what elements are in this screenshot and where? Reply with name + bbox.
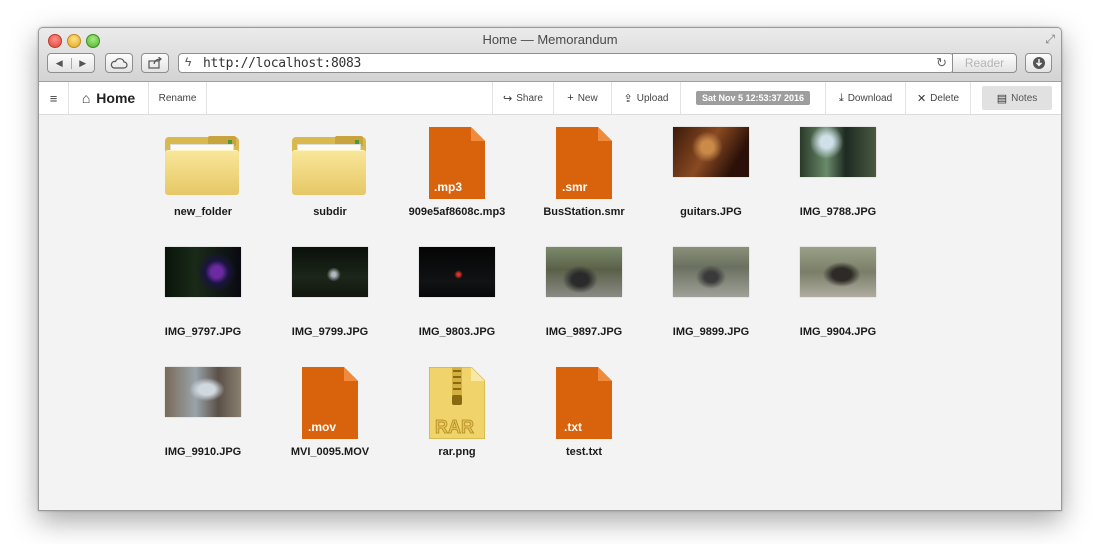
icloud-tabs-button[interactable] xyxy=(105,53,133,73)
home-link[interactable]: ⌂ Home xyxy=(69,82,149,114)
browser-window: Home — Memorandum ⤢ ◀ ▶ ϟ http://localho… xyxy=(38,27,1062,511)
file-name: IMG_9899.JPG xyxy=(672,326,750,338)
fullscreen-icon[interactable]: ⤢ xyxy=(1045,32,1055,47)
file-name: 909e5af8608c.mp3 xyxy=(408,206,506,218)
reader-button[interactable]: Reader xyxy=(952,53,1017,73)
file-name: BusStation.smr xyxy=(543,206,625,218)
file-name: guitars.JPG xyxy=(680,206,742,218)
audio-file-icon: .mp3 xyxy=(429,127,485,199)
new-label: New xyxy=(577,92,598,104)
file-name: IMG_9799.JPG xyxy=(291,326,369,338)
title-bar: Home — Memorandum ⤢ ◀ ▶ ϟ http://localho… xyxy=(39,28,1061,82)
file-name: IMG_9897.JPG xyxy=(545,326,623,338)
reload-icon[interactable]: ↻ xyxy=(936,55,947,71)
app-toolbar: ≡ ⌂ Home Rename ↪ Share + New ⇪ Upload S… xyxy=(39,82,1061,115)
file-name: test.txt xyxy=(565,446,603,458)
file-name: subdir xyxy=(313,206,347,218)
file-ext: .smr xyxy=(562,180,588,194)
rename-label: Rename xyxy=(158,92,197,104)
upload-button[interactable]: ⇪ Upload xyxy=(612,82,681,114)
folder-icon xyxy=(143,127,263,203)
plus-icon: + xyxy=(567,92,574,104)
home-label: Home xyxy=(96,90,136,106)
file-name: rar.png xyxy=(438,446,476,458)
photo-thumbnail xyxy=(673,127,749,177)
window-title: Home — Memorandum xyxy=(482,32,618,47)
file-name: IMG_9910.JPG xyxy=(164,446,242,458)
back-icon[interactable]: ◀ xyxy=(48,58,71,69)
document-icon: ▤ xyxy=(996,92,1008,105)
share-page-button[interactable] xyxy=(141,53,169,73)
photo-thumbnail xyxy=(292,247,368,297)
file-name: IMG_9788.JPG xyxy=(799,206,877,218)
photo-thumbnail xyxy=(419,247,495,297)
new-button[interactable]: + New xyxy=(554,82,612,114)
share-arrow-icon: ↪ xyxy=(503,92,513,105)
photo-thumbnail xyxy=(546,247,622,297)
date-item: Sat Nov 5 12:53:37 2016 xyxy=(681,82,826,114)
rar-label: RAR xyxy=(435,417,474,437)
file-ext: .mov xyxy=(308,420,336,434)
delete-button[interactable]: ✕ Delete xyxy=(906,82,971,114)
photo-thumbnail xyxy=(673,247,749,297)
download-label: Download xyxy=(847,92,893,104)
photo-thumbnail xyxy=(165,247,241,297)
date-badge: Sat Nov 5 12:53:37 2016 xyxy=(695,91,811,105)
download-icon: ⤓ xyxy=(838,91,844,104)
forward-icon[interactable]: ▶ xyxy=(70,57,95,69)
close-x-icon: ✕ xyxy=(916,92,927,105)
hamburger-icon[interactable]: ≡ xyxy=(39,82,69,114)
file-name: IMG_9904.JPG xyxy=(799,326,877,338)
downloads-button[interactable] xyxy=(1025,53,1052,73)
delete-label: Delete xyxy=(930,92,960,104)
file-name: new_folder xyxy=(173,206,233,218)
generic-file-icon: .smr xyxy=(556,127,612,199)
notes-label: Notes xyxy=(1011,92,1038,104)
home-icon: ⌂ xyxy=(81,90,91,106)
photo-thumbnail xyxy=(800,127,876,177)
file-ext: .mp3 xyxy=(434,180,462,194)
url-text[interactable]: http://localhost:8083 xyxy=(203,56,361,71)
file-ext: .txt xyxy=(564,420,582,434)
upload-icon: ⇪ xyxy=(623,92,633,105)
photo-thumbnail xyxy=(165,367,241,417)
bolt-icon: ϟ xyxy=(185,55,192,69)
file-name: MVI_0095.MOV xyxy=(290,446,370,458)
file-name: IMG_9797.JPG xyxy=(164,326,242,338)
file-name: IMG_9803.JPG xyxy=(418,326,496,338)
photo-thumbnail xyxy=(800,247,876,297)
folder-icon xyxy=(270,127,390,203)
video-file-icon: .mov xyxy=(302,367,358,439)
cloud-icon xyxy=(110,57,128,69)
notes-button[interactable]: ▤ Notes xyxy=(982,86,1052,110)
text-file-icon: .txt xyxy=(556,367,612,439)
share-icon xyxy=(147,57,162,69)
address-bar[interactable]: ϟ http://localhost:8083 ↻ xyxy=(178,53,954,73)
share-button[interactable]: ↪ Share xyxy=(492,82,554,114)
file-grid: new_folder subdir .mp3 909e5af8608c.mp3 … xyxy=(39,115,1061,510)
history-nav-buttons: ◀ ▶ xyxy=(47,53,95,73)
download-circle-icon xyxy=(1032,57,1045,69)
rename-button[interactable]: Rename xyxy=(149,82,207,114)
upload-label: Upload xyxy=(636,92,669,104)
rar-archive-icon: RAR xyxy=(429,367,485,439)
download-button[interactable]: ⤓ Download xyxy=(826,82,906,114)
share-label: Share xyxy=(516,92,543,104)
